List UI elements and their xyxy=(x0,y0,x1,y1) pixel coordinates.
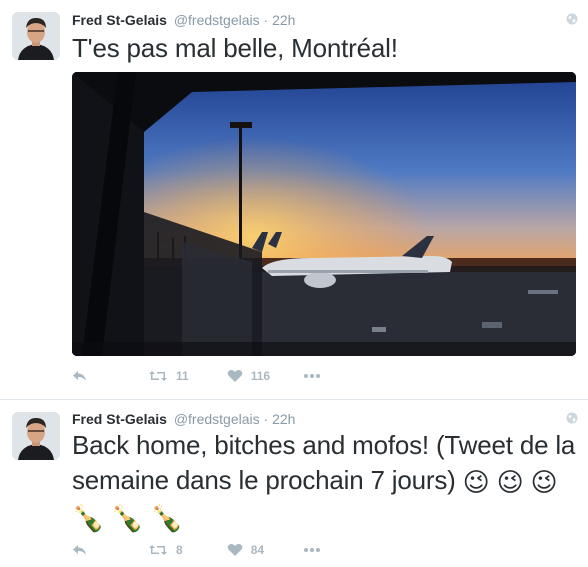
like-button[interactable]: 116 xyxy=(227,369,270,383)
timestamp[interactable]: 22h xyxy=(272,411,295,427)
tweet-header: Fred St-Gelais @fredstgelais · 22h xyxy=(72,410,295,428)
retweet-icon xyxy=(149,545,167,555)
retweet-button[interactable]: 11 xyxy=(148,369,189,383)
tweet[interactable]: Fred St-Gelais @fredstgelais · 22h T'es … xyxy=(0,0,588,399)
wink-emoji: 😉 xyxy=(462,466,490,497)
retweet-count: 11 xyxy=(176,369,189,383)
more-icon[interactable] xyxy=(304,548,322,552)
retweet-count: 8 xyxy=(176,543,183,557)
champagne-emoji: 🍾 xyxy=(72,503,105,534)
more-icon[interactable] xyxy=(304,374,322,378)
reply-button[interactable] xyxy=(72,543,88,557)
tweet-text: Back home, bitches and mofos! (Tweet de … xyxy=(72,428,580,536)
like-button[interactable]: 84 xyxy=(227,543,264,557)
wink-emoji: 😉 xyxy=(530,466,558,497)
champagne-emoji: 🍾 xyxy=(150,503,183,534)
separator: · xyxy=(263,411,269,427)
reply-icon xyxy=(73,545,86,555)
author-handle[interactable]: @fredstgelais xyxy=(174,12,260,28)
wink-emoji: 😉 xyxy=(496,466,524,497)
tweet-photo[interactable] xyxy=(72,72,576,356)
tweet-header: Fred St-Gelais @fredstgelais · 22h xyxy=(72,11,295,29)
like-count: 116 xyxy=(250,369,271,383)
tweet-actions: 11 116 xyxy=(72,366,322,386)
heart-icon xyxy=(227,544,242,556)
tweet-text: T'es pas mal belle, Montréal! xyxy=(72,33,398,63)
reply-icon xyxy=(73,371,86,381)
heart-icon xyxy=(227,370,242,382)
champagne-emoji: 🍾 xyxy=(111,503,144,534)
like-count: 84 xyxy=(250,543,265,557)
author-name[interactable]: Fred St-Gelais xyxy=(72,12,167,28)
reply-button[interactable] xyxy=(72,369,88,383)
retweet-icon xyxy=(149,371,167,381)
avatar[interactable] xyxy=(12,412,60,460)
tweet[interactable]: Fred St-Gelais @fredstgelais · 22h Back … xyxy=(0,399,588,567)
author-handle[interactable]: @fredstgelais xyxy=(174,411,260,427)
retweet-button[interactable]: 8 xyxy=(148,543,183,557)
separator: · xyxy=(263,12,269,28)
avatar[interactable] xyxy=(12,12,60,60)
tweet-actions: 8 84 xyxy=(72,540,322,560)
globe-icon xyxy=(566,13,578,25)
author-name[interactable]: Fred St-Gelais xyxy=(72,411,167,427)
timestamp[interactable]: 22h xyxy=(272,12,295,28)
globe-icon xyxy=(566,412,578,424)
